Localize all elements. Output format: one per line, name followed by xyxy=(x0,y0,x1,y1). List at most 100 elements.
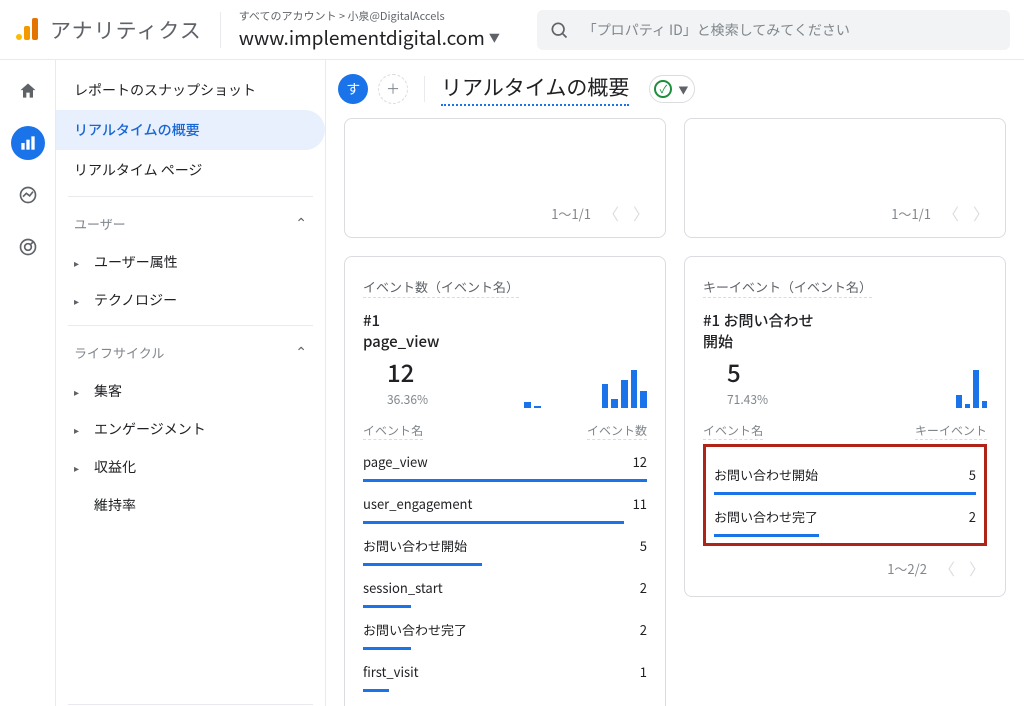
card-top-right: 1～1/1 〈 〉 xyxy=(684,118,1006,238)
card-title[interactable]: イベント数（イベント名） xyxy=(363,277,519,298)
pager-text: 1～2/2 xyxy=(887,559,927,578)
table-row[interactable]: お問い合わせ完了 2 xyxy=(714,495,976,530)
row-bar xyxy=(363,689,389,692)
row-name: お問い合わせ完了 xyxy=(714,507,818,526)
account-breadcrumb: すべてのアカウント > 小泉@DigitalAccels xyxy=(239,8,519,24)
metric-value: 12 xyxy=(363,354,457,389)
divider xyxy=(68,325,313,326)
nav-report-snapshot[interactable]: レポートのスナップショット xyxy=(56,70,325,110)
table-row[interactable]: お問い合わせ開始 5 xyxy=(363,524,647,559)
top-bar: アナリティクス すべてのアカウント > 小泉@DigitalAccels www… xyxy=(0,0,1024,60)
rail-advertising[interactable] xyxy=(11,230,45,264)
prev-page-button[interactable]: 〈 xyxy=(601,201,621,225)
search-input[interactable] xyxy=(581,19,998,41)
side-panel: レポートのスナップショット リアルタイムの概要 リアルタイム ページ ユーザー … xyxy=(56,60,326,706)
row-name: user_engagement xyxy=(363,494,472,513)
rail-explore[interactable] xyxy=(11,178,45,212)
next-page-button[interactable]: 〉 xyxy=(971,201,991,225)
chevron-up-icon: ⌃ xyxy=(295,213,307,233)
prev-page-button[interactable]: 〈 xyxy=(597,702,617,706)
table-row[interactable]: お問い合わせ完了2 xyxy=(363,608,647,643)
nav-sub-label: ユーザー属性 xyxy=(94,252,178,272)
metric-pct: 36.36% xyxy=(363,391,457,408)
nav-engagement[interactable]: ▸ エンゲージメント xyxy=(56,410,325,448)
chevron-down-icon: ▼ xyxy=(678,82,688,97)
rail-reports[interactable] xyxy=(11,126,45,160)
divider xyxy=(220,12,221,48)
caret-right-icon: ▸ xyxy=(74,422,84,437)
add-segment-button[interactable]: ＋ xyxy=(378,74,408,104)
nav-acquisition[interactable]: ▸集客 xyxy=(56,372,325,410)
nav-sub-label: テクノロジー xyxy=(94,290,177,310)
row-count: 11 xyxy=(633,494,647,513)
prev-page-button[interactable]: 〈 xyxy=(937,556,957,580)
nav-sub-label: 維持率 xyxy=(94,495,136,515)
segment-chip-all[interactable]: す xyxy=(338,74,368,104)
table-row[interactable]: session_start 2 xyxy=(363,566,647,601)
metric-value: 5 xyxy=(703,354,821,389)
caret-right-icon: ▸ xyxy=(74,384,84,399)
card-key-events: キーイベント（イベント名） #1 お問い合わせ開始 5 71.43% イベント名… xyxy=(684,256,1006,597)
status-picker[interactable]: ✓ ▼ xyxy=(649,75,695,103)
row-count: 5 xyxy=(969,465,976,484)
nav-realtime-overview[interactable]: リアルタイムの概要 xyxy=(56,110,325,150)
prev-page-button[interactable]: 〈 xyxy=(941,201,961,225)
chevron-down-icon: ▼ xyxy=(489,30,500,46)
search-bar[interactable] xyxy=(537,10,1010,50)
caret-right-icon: ▸ xyxy=(74,255,84,270)
metric-top-name: お問い合わせ開始 xyxy=(703,310,814,352)
analytics-logo-icon xyxy=(14,16,42,44)
chip-bar: す ＋ リアルタイムの概要 ✓ ▼ xyxy=(326,60,1024,118)
section-user[interactable]: ユーザー ⌃ xyxy=(56,203,325,243)
property-picker[interactable]: すべてのアカウント > 小泉@DigitalAccels www.impleme… xyxy=(239,8,519,51)
row-name: session_start xyxy=(363,578,443,597)
table-row[interactable]: first_visit 1 xyxy=(363,650,647,685)
row-count: 2 xyxy=(640,578,647,597)
product-logo[interactable]: アナリティクス xyxy=(14,15,202,45)
table-row[interactable]: お問い合わせ開始5 xyxy=(714,453,976,488)
nav-user-attributes[interactable]: ▸ ユーザー属性 xyxy=(56,243,325,281)
row-count: 1 xyxy=(640,662,647,681)
row-name: first_visit xyxy=(363,662,419,681)
search-icon xyxy=(549,20,569,40)
highlighted-region: お問い合わせ開始5 お問い合わせ完了 2 xyxy=(703,444,987,546)
page-title[interactable]: リアルタイムの概要 xyxy=(441,72,629,106)
nav-monetization[interactable]: ▸収益化 xyxy=(56,448,325,486)
property-domain: www.implementdigital.com xyxy=(239,24,485,51)
table-row[interactable]: user_engagement 11 xyxy=(363,482,647,517)
metric-pct: 71.43% xyxy=(703,391,821,408)
nav-realtime-pages[interactable]: リアルタイム ページ xyxy=(56,150,325,190)
caret-right-icon: ▸ xyxy=(74,293,84,308)
chevron-up-icon: ⌃ xyxy=(295,342,307,362)
nav-technology[interactable]: ▸ テクノロジー xyxy=(56,281,325,319)
col-count: イベント数 xyxy=(587,422,647,440)
nav-sub-label: エンゲージメント xyxy=(94,419,206,439)
col-name: イベント名 xyxy=(363,422,423,440)
card-event-count: イベント数（イベント名） #1 page_view 12 36.36% イベント… xyxy=(344,256,666,706)
divider xyxy=(68,704,313,705)
pager: 1～1/1 〈 〉 xyxy=(891,201,991,225)
row-bar xyxy=(714,534,819,537)
section-lifecycle-label: ライフサイクル xyxy=(74,343,164,362)
pager-text: 1～1/1 xyxy=(891,204,931,223)
next-page-button[interactable]: 〉 xyxy=(627,702,647,706)
rail-home[interactable] xyxy=(11,74,45,108)
row-count: 5 xyxy=(640,536,647,555)
pager: 1～2/2 〈 〉 xyxy=(703,556,987,580)
table-row[interactable]: page_view12 xyxy=(363,440,647,475)
next-page-button[interactable]: 〉 xyxy=(631,201,651,225)
row-count: 2 xyxy=(969,507,976,526)
card-title[interactable]: キーイベント（イベント名） xyxy=(703,277,872,298)
next-page-button[interactable]: 〉 xyxy=(967,556,987,580)
nav-retention[interactable]: ▸維持率 xyxy=(56,486,325,524)
section-lifecycle[interactable]: ライフサイクル ⌃ xyxy=(56,332,325,372)
main-content: す ＋ リアルタイムの概要 ✓ ▼ 1～1/1 〈 〉 イベ xyxy=(326,60,1024,706)
row-name: page_view xyxy=(363,452,428,471)
keyevents-sparkline xyxy=(821,368,987,408)
row-name: お問い合わせ開始 xyxy=(363,536,467,555)
nav-rail xyxy=(0,60,56,706)
section-user-label: ユーザー xyxy=(74,214,126,233)
metric-rank: #1 xyxy=(703,310,720,331)
row-count: 2 xyxy=(640,620,647,639)
col-count: キーイベント xyxy=(915,422,987,440)
